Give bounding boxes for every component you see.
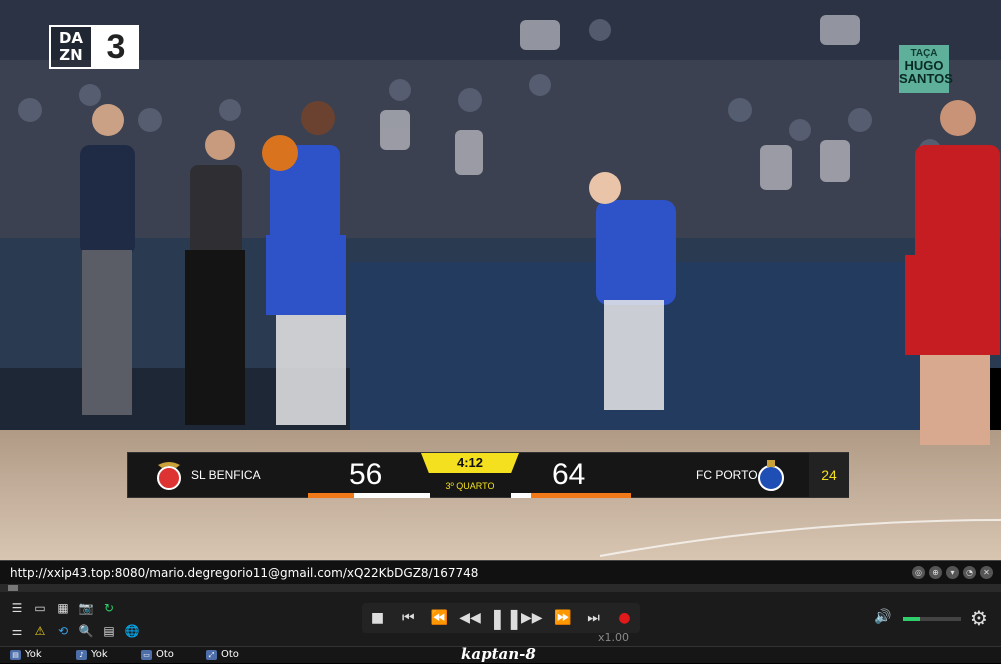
benfica-crest-icon — [157, 462, 181, 490]
dazn-logo: DA ZN — [49, 25, 93, 69]
minimize-icon[interactable]: ▾ — [946, 566, 959, 579]
channel-logo: DA ZN 3 — [49, 25, 139, 69]
away-team-name: FC PORTO — [696, 468, 758, 482]
status-aspect-ratio[interactable]: ▭ Oto — [141, 648, 174, 662]
aspect-ratio-icon: ▭ — [141, 650, 152, 660]
seek-handle[interactable] — [8, 585, 18, 591]
stream-url[interactable]: http://xxip43.top:8080/mario.degregorio1… — [10, 564, 478, 582]
home-fouls-bar — [354, 493, 430, 498]
toolbar-row-bottom: ⚌ ⚠ ⟲ 🔍 ▤ 🌐 — [0, 620, 140, 642]
window-buttons: ◎ ⊕ ▾ ◔ ✕ — [912, 566, 993, 579]
seek-bar[interactable] — [0, 584, 1001, 592]
video-frame[interactable]: DA ZN 3 TAÇA HUGO SANTOS SL BENFICA 56 4:… — [0, 0, 1001, 560]
step-forward-icon[interactable]: ⏩ — [551, 603, 575, 633]
home-team-name: SL BENFICA — [191, 468, 261, 482]
window-mode-icon[interactable]: ▭ — [32, 600, 48, 616]
scoreboard: SL BENFICA 56 4:12 3º QUARTO 64 FC PORTO… — [127, 452, 849, 498]
grid-view-icon[interactable]: ▦ — [55, 600, 71, 616]
status-subtitle[interactable]: ▤ Yok — [10, 648, 42, 662]
restore-icon[interactable]: ◔ — [963, 566, 976, 579]
referee-figure — [185, 130, 245, 425]
toolbar-row-top: ☰ ▭ ▦ 📷 ↻ — [0, 597, 117, 619]
subtitle-icon: ▤ — [10, 650, 21, 660]
away-score: 64 — [552, 458, 586, 491]
globe-icon[interactable]: ⊕ — [929, 566, 942, 579]
next-icon[interactable]: ⏭ — [582, 603, 606, 633]
settings-gear-icon[interactable]: ⚙ — [970, 606, 988, 630]
playback-speed[interactable]: x1.00 — [598, 631, 629, 644]
world-icon[interactable]: 🌐 — [124, 623, 140, 639]
screenshot-camera-icon[interactable]: 📷 — [78, 600, 94, 616]
coach-figure — [80, 104, 135, 415]
warning-icon[interactable]: ⚠ — [32, 623, 48, 639]
player-controls: http://xxip43.top:8080/mario.degregorio1… — [0, 560, 1001, 663]
refresh-icon[interactable]: ↻ — [101, 600, 117, 616]
game-period: 3º QUARTO — [445, 481, 495, 491]
status-video-size[interactable]: ⤢ Oto — [206, 648, 239, 662]
away-team-bar — [531, 493, 631, 498]
status-bar: ▤ Yok ♪ Yok ▭ Oto ⤢ Oto kaptan-8 — [0, 645, 1001, 663]
home-score: 56 — [349, 458, 383, 491]
stream-url-bar: http://xxip43.top:8080/mario.degregorio1… — [0, 560, 1001, 584]
game-clock: 4:12 — [421, 453, 519, 473]
rewind-icon[interactable]: ◀◀ — [458, 603, 482, 633]
zoom-icon[interactable]: 🔍 — [78, 623, 94, 639]
close-icon[interactable]: ✕ — [980, 566, 993, 579]
playlist-icon[interactable]: ☰ — [9, 600, 25, 616]
status-audio-track[interactable]: ♪ Yok — [76, 648, 108, 662]
tv-guide-icon[interactable]: ▤ — [101, 623, 117, 639]
volume-icon[interactable]: 🔊 — [874, 609, 891, 625]
channel-number: 3 — [93, 25, 139, 69]
previous-icon[interactable]: ⏮ — [396, 603, 420, 633]
equalizer-icon[interactable]: ⚌ — [9, 623, 25, 639]
shot-clock: 24 — [809, 453, 849, 497]
player-brand: kaptan-8 — [461, 645, 536, 663]
away-fouls-bar — [511, 493, 531, 498]
porto-crest-icon — [758, 460, 784, 491]
stop-icon[interactable]: ■ — [365, 603, 389, 633]
audio-track-icon: ♪ — [76, 650, 87, 660]
tournament-logo: TAÇA HUGO SANTOS — [899, 45, 953, 93]
record-icon[interactable]: ● — [612, 603, 636, 633]
repeat-icon[interactable]: ⟲ — [55, 623, 71, 639]
step-back-icon[interactable]: ⏪ — [427, 603, 451, 633]
pin-icon[interactable]: ◎ — [912, 566, 925, 579]
volume-fill — [903, 617, 921, 621]
pause-icon[interactable]: ❚❚ — [489, 603, 523, 633]
volume-slider[interactable] — [903, 617, 961, 621]
video-size-icon: ⤢ — [206, 650, 217, 660]
transport-controls: ■ ⏮ ⏪ ◀◀ ❚❚ ▶▶ ⏩ ⏭ ● — [362, 603, 640, 633]
fast-forward-icon[interactable]: ▶▶ — [520, 603, 544, 633]
